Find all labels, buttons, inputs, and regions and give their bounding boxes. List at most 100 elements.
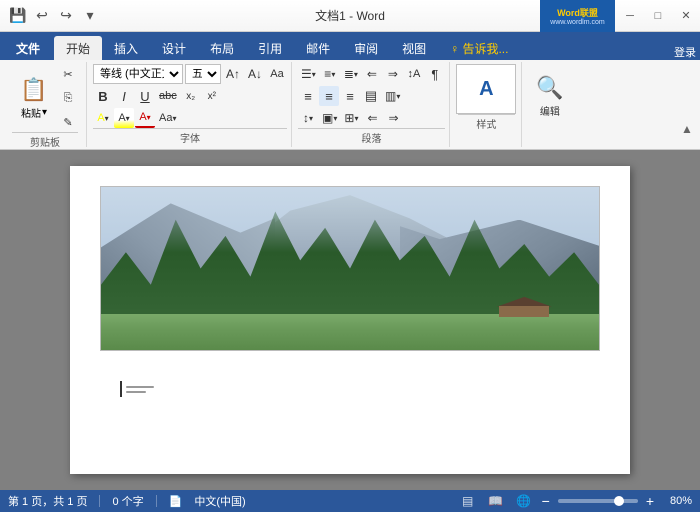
- underline-button[interactable]: U: [135, 86, 155, 106]
- cabin: [499, 298, 549, 318]
- cabin-body: [499, 306, 549, 318]
- decrease-indent-button[interactable]: ⇐: [362, 64, 382, 84]
- tab-review[interactable]: 审阅: [342, 36, 390, 60]
- status-right: ▤ 📖 🌐 − + 80%: [458, 493, 692, 509]
- zoom-level: 80%: [662, 495, 692, 507]
- minimize-button[interactable]: ─: [616, 0, 644, 32]
- print-layout-button[interactable]: ▤: [458, 493, 478, 509]
- undo-icon[interactable]: ↩: [32, 6, 52, 26]
- group-edit: 🔍 编辑: [524, 62, 576, 147]
- indent-decrease-button[interactable]: ⇐: [362, 108, 382, 128]
- indent-increase-button[interactable]: ⇒: [383, 108, 403, 128]
- subscript-button[interactable]: x₂: [181, 86, 201, 106]
- styles-label[interactable]: 样式: [458, 114, 515, 131]
- font-size-selector[interactable]: 五号: [185, 64, 221, 84]
- group-font: 等线 (中文正文) 五号 A↑ A↓ Aa B I U abc x₂ x² A▾…: [89, 62, 292, 147]
- shading-button[interactable]: ▣▾: [319, 108, 340, 128]
- change-case-button[interactable]: Aa▾: [156, 108, 179, 128]
- bold-button[interactable]: B: [93, 86, 113, 106]
- language-indicator: 中文(中国): [194, 493, 245, 509]
- close-button[interactable]: ✕: [672, 0, 700, 32]
- group-styles: A 样式: [452, 62, 522, 147]
- status-bar: 第 1 页，共 1 页 0 个字 📄 中文(中国) ▤ 📖 🌐 − + 80%: [0, 490, 700, 512]
- maximize-button[interactable]: □: [644, 0, 672, 32]
- group-clipboard: 📋 粘贴 ▾ ✂ ⎘ ✎ 剪贴板: [4, 62, 87, 147]
- font-format-row: B I U abc x₂ x²: [93, 86, 287, 106]
- ribbon-container: 📋 粘贴 ▾ ✂ ⎘ ✎ 剪贴板 等线 (中文正文) 五号 A↑ A↓: [0, 60, 700, 150]
- edit-label: 编辑: [540, 103, 560, 118]
- tab-insert[interactable]: 插入: [102, 36, 150, 60]
- window-controls: ─ □ ✕: [616, 0, 700, 32]
- font-selector-row: 等线 (中文正文) 五号 A↑ A↓ Aa: [93, 64, 287, 84]
- edit-icon: 🔍: [536, 75, 563, 101]
- decrease-font-button[interactable]: A↓: [245, 64, 265, 84]
- font-name-selector[interactable]: 等线 (中文正文): [93, 64, 183, 84]
- redo-icon[interactable]: ↪: [56, 6, 76, 26]
- increase-indent-button[interactable]: ⇒: [383, 64, 403, 84]
- group-paragraph: ☰▾ ≡▾ ≣▾ ⇐ ⇒ ↕A ¶ ≡ ≡ ≡ ▤ ▥▾ ↕▾ ▣▾ ⊞▾ ⇐ …: [294, 62, 450, 147]
- word-count: 0 个字: [112, 493, 143, 509]
- column-button[interactable]: ▥▾: [382, 86, 403, 106]
- document-area: [0, 150, 700, 490]
- strikethrough-button[interactable]: abc: [156, 86, 180, 106]
- clipboard-label[interactable]: 剪贴板: [12, 132, 78, 149]
- superscript-button[interactable]: x²: [202, 86, 222, 106]
- text-highlight-button[interactable]: A▾: [114, 108, 134, 128]
- sign-in-label[interactable]: 登录: [674, 44, 696, 60]
- text-cursor: [120, 381, 122, 397]
- quick-access-dropdown[interactable]: ▾: [80, 6, 100, 26]
- save-icon[interactable]: 💾: [8, 6, 28, 26]
- read-mode-button[interactable]: 📖: [486, 493, 506, 509]
- paragraph-label[interactable]: 段落: [298, 128, 445, 145]
- zoom-out-button[interactable]: −: [542, 494, 550, 508]
- tab-help[interactable]: ♀ 告诉我...: [438, 36, 520, 60]
- tab-home[interactable]: 开始: [54, 36, 102, 60]
- page-info: 第 1 页，共 1 页: [8, 493, 87, 509]
- justify-button[interactable]: ▤: [361, 86, 381, 106]
- alignment-row: ≡ ≡ ≡ ▤ ▥▾: [298, 86, 445, 106]
- increase-font-button[interactable]: A↑: [223, 64, 243, 84]
- font-color-button[interactable]: A▾: [135, 108, 155, 128]
- cursor-lines: [126, 386, 154, 393]
- font-label[interactable]: 字体: [93, 128, 287, 145]
- align-right-button[interactable]: ≡: [340, 86, 360, 106]
- italic-button[interactable]: I: [114, 86, 134, 106]
- word-union-logo: Word联盟 www.wordlm.com: [540, 0, 615, 32]
- tab-layout[interactable]: 布局: [198, 36, 246, 60]
- document-page[interactable]: [70, 166, 630, 474]
- cut-button[interactable]: ✂: [58, 64, 78, 84]
- language-text: 中文(中国): [194, 493, 245, 509]
- zoom-in-button[interactable]: +: [646, 494, 654, 508]
- web-layout-button[interactable]: 🌐: [514, 493, 534, 509]
- tab-references[interactable]: 引用: [246, 36, 294, 60]
- multilevel-list-button[interactable]: ≣▾: [341, 64, 361, 84]
- edit-button[interactable]: 🔍 编辑: [524, 64, 576, 128]
- collapse-ribbon-button[interactable]: ▲: [678, 120, 696, 138]
- show-marks-button[interactable]: ¶: [425, 64, 445, 84]
- borders-button[interactable]: ⊞▾: [341, 108, 361, 128]
- paste-dropdown-icon: ▾: [42, 107, 47, 118]
- document-image: [100, 186, 600, 351]
- zoom-thumb[interactable]: [614, 496, 624, 506]
- line-spacing-button[interactable]: ↕▾: [298, 108, 318, 128]
- numbering-button[interactable]: ≡▾: [320, 64, 340, 84]
- styles-gallery[interactable]: A: [456, 64, 516, 114]
- page-info-text: 第 1 页，共 1 页: [8, 493, 87, 509]
- font-highlight-button[interactable]: A▾: [93, 108, 113, 128]
- tab-design[interactable]: 设计: [150, 36, 198, 60]
- paste-button[interactable]: 📋 粘贴 ▾: [12, 72, 56, 124]
- sign-in-area: 登录: [674, 44, 700, 60]
- copy-button[interactable]: ⎘: [58, 88, 78, 108]
- align-center-button[interactable]: ≡: [319, 86, 339, 106]
- tab-mailings[interactable]: 邮件: [294, 36, 342, 60]
- tab-file[interactable]: 文件: [4, 36, 52, 60]
- bullets-button[interactable]: ☰▾: [298, 64, 319, 84]
- sort-button[interactable]: ↕A: [404, 64, 424, 84]
- cursor-area: [100, 381, 600, 397]
- tab-view[interactable]: 视图: [390, 36, 438, 60]
- clear-format-button[interactable]: Aa: [267, 64, 287, 84]
- align-left-button[interactable]: ≡: [298, 86, 318, 106]
- format-painter-button[interactable]: ✎: [58, 112, 78, 132]
- paragraph-top-row: ☰▾ ≡▾ ≣▾ ⇐ ⇒ ↕A ¶: [298, 64, 445, 84]
- status-sep-1: [99, 495, 100, 507]
